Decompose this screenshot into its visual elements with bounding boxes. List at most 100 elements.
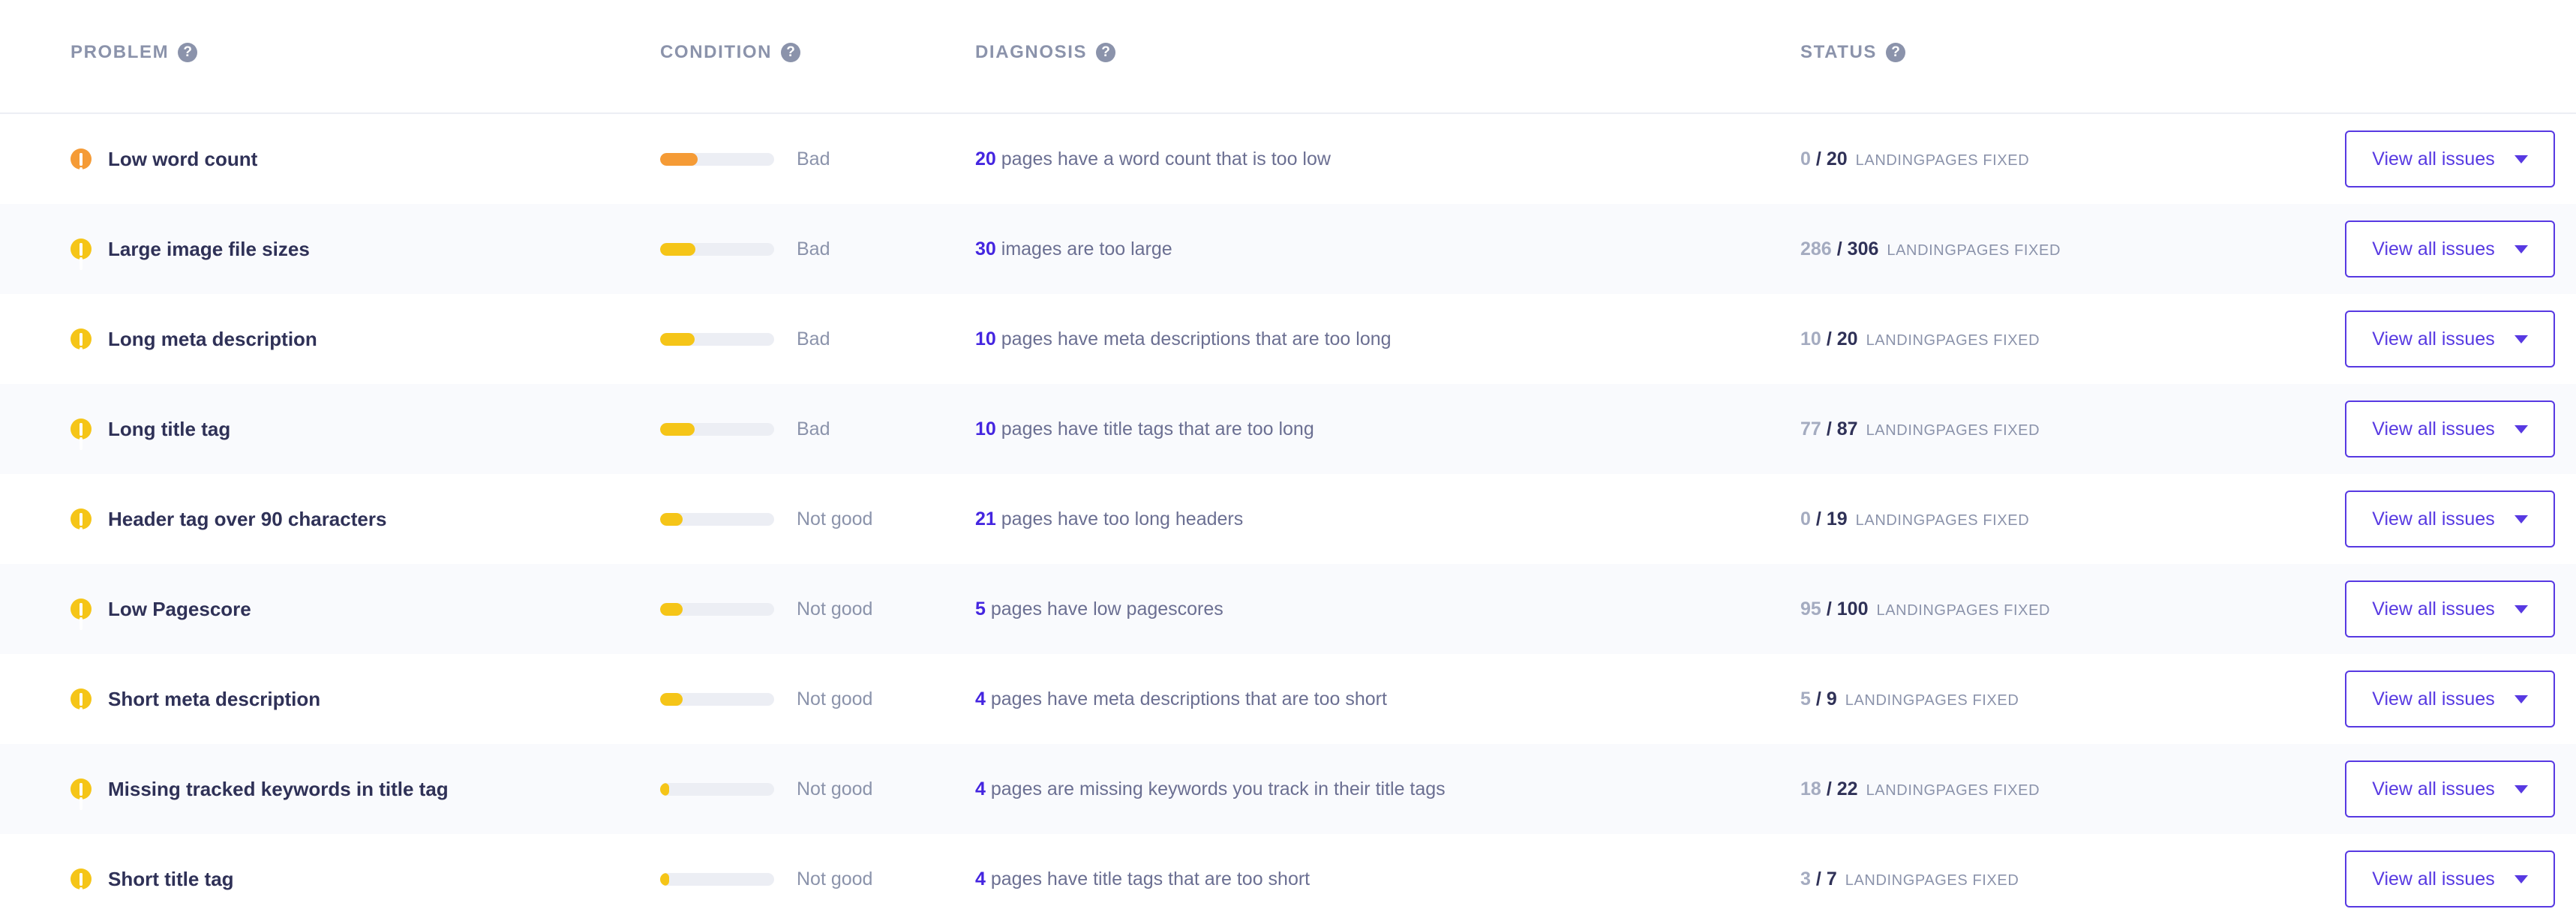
warning-circle-icon bbox=[71, 508, 92, 540]
condition-label: Bad bbox=[797, 148, 830, 170]
view-all-issues-button[interactable]: View all issues bbox=[2345, 130, 2555, 188]
cell-diagnosis: 20 pages have a word count that is too l… bbox=[975, 148, 1800, 170]
column-header-label-problem: PROBLEM bbox=[71, 42, 170, 62]
diagnosis-description: pages have meta descriptions that are to… bbox=[1001, 328, 1392, 350]
warning-circle-icon bbox=[71, 328, 92, 360]
diagnosis-description: pages have too long headers bbox=[1001, 508, 1244, 530]
view-all-issues-label: View all issues bbox=[2372, 148, 2495, 170]
cell-diagnosis: 10 pages have title tags that are too lo… bbox=[975, 418, 1800, 440]
view-all-issues-button[interactable]: View all issues bbox=[2345, 760, 2555, 818]
diagnosis-description: pages are missing keywords you track in … bbox=[990, 778, 1446, 800]
cell-problem: Missing tracked keywords in title tag bbox=[0, 777, 660, 810]
status-separator: / bbox=[1826, 778, 1832, 800]
diagnosis-count: 21 bbox=[975, 508, 996, 530]
cell-diagnosis: 4 pages are missing keywords you track i… bbox=[975, 778, 1800, 800]
diagnosis-count: 4 bbox=[975, 688, 986, 710]
condition-progress-bar bbox=[660, 152, 774, 166]
help-circle-icon[interactable]: ? bbox=[1886, 43, 1906, 62]
view-all-issues-label: View all issues bbox=[2372, 598, 2495, 620]
view-all-issues-button[interactable]: View all issues bbox=[2345, 310, 2555, 368]
status-total-count: 19 bbox=[1826, 508, 1848, 530]
diagnosis-text: 4 pages are missing keywords you track i… bbox=[975, 778, 1446, 800]
view-all-issues-button[interactable]: View all issues bbox=[2345, 220, 2555, 278]
condition-label: Not good bbox=[797, 868, 873, 890]
diagnosis-text: 4 pages have title tags that are too sho… bbox=[975, 868, 1310, 890]
header-cell-diagnosis: DIAGNOSIS ? bbox=[975, 42, 1800, 63]
view-all-issues-button[interactable]: View all issues bbox=[2345, 490, 2555, 548]
diagnosis-description: pages have a word count that is too low bbox=[1001, 148, 1331, 170]
status-done-count: 77 bbox=[1800, 418, 1821, 440]
table-row: Header tag over 90 characters Not good 2… bbox=[0, 474, 2576, 564]
cell-status: 286 / 306 LANDINGPAGES FIXED View all is… bbox=[1800, 220, 2576, 278]
help-circle-icon[interactable]: ? bbox=[781, 43, 801, 62]
view-all-issues-button[interactable]: View all issues bbox=[2345, 580, 2555, 638]
view-all-issues-button[interactable]: View all issues bbox=[2345, 850, 2555, 908]
problem-label: Header tag over 90 characters bbox=[108, 507, 387, 530]
chevron-down-icon bbox=[2514, 784, 2528, 794]
status-done-count: 286 bbox=[1800, 238, 1832, 260]
table-row: Long title tag Bad 10 pages have title t… bbox=[0, 384, 2576, 474]
status-separator: / bbox=[1815, 688, 1821, 710]
view-all-issues-label: View all issues bbox=[2372, 328, 2495, 350]
table-row: Long meta description Bad 10 pages have … bbox=[0, 294, 2576, 384]
chevron-down-icon bbox=[2514, 244, 2528, 254]
status-caption: LANDINGPAGES FIXED bbox=[1845, 692, 2019, 709]
cell-condition: Not good bbox=[660, 508, 975, 530]
cell-problem: Short meta description bbox=[0, 688, 660, 720]
cell-condition: Bad bbox=[660, 238, 975, 260]
view-all-issues-button[interactable]: View all issues bbox=[2345, 400, 2555, 458]
status-text: 5 / 9 LANDINGPAGES FIXED bbox=[1800, 688, 2019, 710]
status-done-count: 18 bbox=[1800, 778, 1821, 800]
status-done-count: 0 bbox=[1800, 508, 1811, 530]
status-done-count: 10 bbox=[1800, 328, 1821, 350]
view-all-issues-button[interactable]: View all issues bbox=[2345, 670, 2555, 728]
status-total-count: 20 bbox=[1836, 328, 1858, 350]
cell-problem: Large image file sizes bbox=[0, 237, 660, 270]
status-separator: / bbox=[1815, 868, 1821, 890]
diagnosis-text: 20 pages have a word count that is too l… bbox=[975, 148, 1331, 170]
diagnosis-description: images are too large bbox=[1001, 238, 1172, 260]
column-header-label-status: STATUS bbox=[1800, 42, 1878, 62]
header-cell-status: STATUS ? bbox=[1800, 42, 2576, 63]
condition-label: Bad bbox=[797, 328, 830, 350]
status-text: 286 / 306 LANDINGPAGES FIXED bbox=[1800, 238, 2061, 260]
warning-circle-icon bbox=[71, 868, 92, 900]
problem-label: Large image file sizes bbox=[108, 237, 310, 260]
table-row: Large image file sizes Bad 30 images are… bbox=[0, 204, 2576, 294]
view-all-issues-label: View all issues bbox=[2372, 778, 2495, 800]
chevron-down-icon bbox=[2514, 874, 2528, 884]
table-row: Short title tag Not good 4 pages have ti… bbox=[0, 834, 2576, 921]
table-row: Low Pagescore Not good 5 pages have low … bbox=[0, 564, 2576, 654]
table-body: Low word count Bad 20 pages have a word … bbox=[0, 114, 2576, 921]
cell-diagnosis: 4 pages have title tags that are too sho… bbox=[975, 868, 1800, 890]
condition-label: Not good bbox=[797, 688, 873, 710]
cell-problem: Short title tag bbox=[0, 868, 660, 900]
status-total-count: 20 bbox=[1826, 148, 1848, 170]
status-total-count: 100 bbox=[1836, 598, 1869, 620]
condition-progress-bar bbox=[660, 422, 774, 436]
problem-label: Long meta description bbox=[108, 327, 317, 350]
cell-diagnosis: 30 images are too large bbox=[975, 238, 1800, 260]
condition-progress-bar bbox=[660, 692, 774, 706]
status-text: 77 / 87 LANDINGPAGES FIXED bbox=[1800, 418, 2040, 440]
help-circle-icon[interactable]: ? bbox=[178, 43, 198, 62]
cell-problem: Long meta description bbox=[0, 327, 660, 360]
help-circle-icon[interactable]: ? bbox=[1096, 43, 1116, 62]
status-total-count: 306 bbox=[1847, 238, 1879, 260]
problem-label: Low Pagescore bbox=[108, 597, 251, 620]
cell-condition: Bad bbox=[660, 148, 975, 170]
diagnosis-count: 4 bbox=[975, 868, 986, 890]
table-header-row: PROBLEM ? CONDITION ? DIAGNOSIS ? STATUS… bbox=[0, 0, 2576, 114]
chevron-down-icon bbox=[2514, 604, 2528, 614]
condition-label: Not good bbox=[797, 778, 873, 800]
status-done-count: 3 bbox=[1800, 868, 1811, 890]
view-all-issues-label: View all issues bbox=[2372, 868, 2495, 890]
condition-progress-bar bbox=[660, 602, 774, 616]
status-text: 18 / 22 LANDINGPAGES FIXED bbox=[1800, 778, 2040, 800]
diagnosis-description: pages have title tags that are too short bbox=[990, 868, 1311, 890]
diagnosis-text: 21 pages have too long headers bbox=[975, 508, 1243, 530]
status-text: 0 / 20 LANDINGPAGES FIXED bbox=[1800, 148, 2029, 170]
status-separator: / bbox=[1815, 508, 1821, 530]
diagnosis-description: pages have title tags that are too long bbox=[1001, 418, 1314, 440]
problem-label: Missing tracked keywords in title tag bbox=[108, 777, 449, 800]
